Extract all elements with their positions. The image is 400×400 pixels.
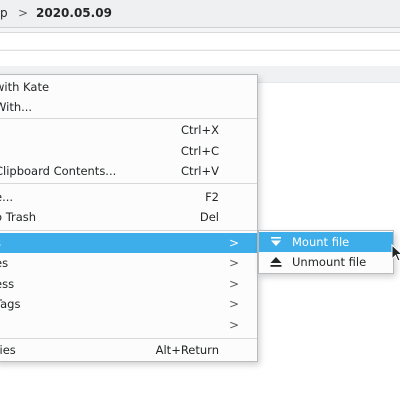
menu-item-label: o Trash <box>0 210 37 224</box>
menu-item-label: ess <box>0 277 15 291</box>
menu-item-shortcut: F2 <box>205 190 219 204</box>
menu-item-label: Tags <box>0 297 21 311</box>
menu-item-move-to-trash[interactable]: o Trash Del <box>0 207 257 227</box>
eject-icon <box>270 257 282 267</box>
breadcrumb-item-prev[interactable]: p <box>0 0 8 26</box>
mount-icon <box>271 237 281 246</box>
breadcrumb-item-current[interactable]: 2020.05.09 <box>36 0 112 26</box>
menu-item-label: es <box>0 256 9 270</box>
menu-item-shortcut: Ctrl+X <box>181 123 219 137</box>
menu-item-open-with-kate[interactable]: with Kate <box>0 77 257 97</box>
submenu-item-label: Unmount file <box>292 255 367 269</box>
menu-item-shortcut: Alt+Return <box>155 343 219 357</box>
chevron-right-icon: > <box>228 297 239 311</box>
file-manager-window: p > 2020.05.09 with Kate With... Ctrl+X … <box>0 0 400 400</box>
menu-item-open-with[interactable]: With... <box>0 97 257 117</box>
menu-separator <box>0 230 257 231</box>
menu-separator <box>0 118 257 119</box>
menu-item-label: s <box>0 233 1 253</box>
chevron-right-icon: > <box>228 318 239 332</box>
menu-separator <box>0 183 257 184</box>
submenu-item-unmount-file[interactable]: Unmount file <box>259 252 393 272</box>
chevron-right-icon: > <box>228 277 239 291</box>
breadcrumb: p > 2020.05.09 <box>0 0 400 28</box>
filter-input-area[interactable] <box>0 32 400 49</box>
actions-submenu: Mount file Unmount file <box>258 230 394 274</box>
menu-item-more[interactable]: > <box>0 315 257 335</box>
filter-bar <box>0 28 400 51</box>
breadcrumb-separator: > <box>18 6 29 20</box>
menu-item-copy[interactable]: Ctrl+C <box>0 141 257 161</box>
menu-item-label: e... <box>0 190 14 204</box>
menu-item-activities[interactable]: es > <box>0 253 257 273</box>
menu-item-label: with Kate <box>0 80 50 94</box>
menu-item-shortcut: Ctrl+C <box>180 144 219 158</box>
menu-item-rename[interactable]: e... F2 <box>0 187 257 207</box>
menu-item-label: ties <box>0 343 16 357</box>
menu-item-shortcut: Del <box>199 210 219 224</box>
menu-item-cut[interactable]: Ctrl+X <box>0 120 257 140</box>
menu-item-paste-clipboard[interactable]: Clipboard Contents... Ctrl+V <box>0 161 257 181</box>
menu-item-properties[interactable]: ties Alt+Return <box>0 340 257 360</box>
menu-item-assign-tags[interactable]: Tags > <box>0 294 257 314</box>
menu-item-compress[interactable]: ess > <box>0 274 257 294</box>
chevron-right-icon: > <box>228 256 239 270</box>
menu-item-label: Clipboard Contents... <box>0 164 117 178</box>
mouse-cursor-icon <box>391 244 400 262</box>
submenu-item-label: Mount file <box>292 235 350 249</box>
chevron-right-icon: > <box>228 236 239 250</box>
menu-item-actions[interactable]: s > <box>0 233 257 253</box>
menu-item-label: With... <box>0 100 33 114</box>
submenu-item-mount-file[interactable]: Mount file <box>259 232 393 252</box>
menu-item-shortcut: Ctrl+V <box>181 164 219 178</box>
context-menu: with Kate With... Ctrl+X Ctrl+C Clipboar… <box>0 74 258 362</box>
menu-separator <box>0 338 257 339</box>
